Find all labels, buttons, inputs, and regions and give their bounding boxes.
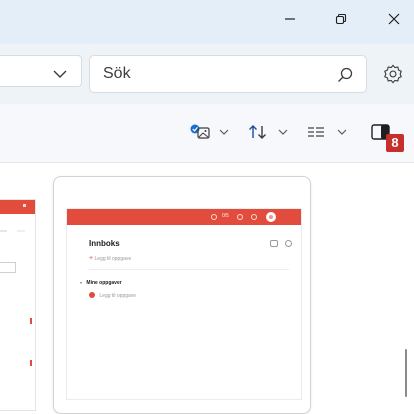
image-view-icon[interactable]: [189, 119, 213, 145]
section-title: Mine oppgaver: [86, 280, 122, 286]
add-task-row: Legg til oppgave: [89, 292, 136, 299]
page-title: Innboks: [89, 239, 120, 248]
add-task-label: Legg til oppgave: [94, 256, 132, 262]
restore-button[interactable]: [319, 2, 363, 36]
count-badge: 8: [386, 134, 404, 152]
add-task-label: Legg til oppgave: [99, 293, 137, 299]
chevron-down-icon[interactable]: [217, 125, 231, 139]
plus-circle-icon: [89, 292, 95, 298]
app-header: 0/5: [67, 209, 301, 225]
close-button[interactable]: [372, 2, 414, 36]
search-placeholder: Sök: [103, 65, 131, 82]
section-header: ▾ Mine oppgaver: [80, 280, 122, 286]
thumbnail-marker: [30, 360, 32, 366]
plus-icon: +: [89, 255, 94, 262]
layout-icon[interactable]: [306, 119, 328, 145]
chevron-down-icon[interactable]: [276, 125, 290, 139]
restore-icon: [335, 13, 347, 25]
chevron-down-icon[interactable]: [49, 64, 71, 84]
close-icon: [388, 13, 400, 25]
thumbnail-input: [0, 262, 16, 273]
scrollbar[interactable]: [405, 349, 407, 397]
avatar: [266, 212, 276, 222]
comment-icon: [270, 240, 278, 247]
add-task-row: + Legg til oppgave: [89, 255, 131, 262]
check-circle-icon: [211, 214, 217, 220]
minimize-button[interactable]: [268, 2, 312, 36]
bell-icon: [251, 214, 257, 220]
gear-icon[interactable]: [382, 63, 404, 85]
thumbnail-preview: 0/5 Innboks + Legg til oppgave ▾ Mine op…: [66, 208, 302, 400]
thumbnail-window-dot: [23, 204, 26, 207]
minimize-icon: [285, 18, 295, 20]
sort-icon[interactable]: [247, 119, 269, 145]
chevron-down-icon[interactable]: [335, 125, 349, 139]
search-icon: [338, 67, 353, 82]
thumbnail-header: [0, 200, 35, 214]
thumbnail-line: [0, 230, 7, 232]
search-input[interactable]: Sök: [89, 55, 367, 93]
settings-icon: [285, 240, 292, 247]
thumbnail-marker: [30, 318, 32, 324]
help-icon: [237, 214, 243, 220]
divider: [89, 269, 289, 270]
file-thumbnail[interactable]: [0, 199, 36, 411]
thumbnail-line: [17, 230, 25, 232]
caret-down-icon: ▾: [80, 280, 83, 285]
title-bar: [0, 0, 414, 44]
progress-count: 0/5: [222, 213, 229, 219]
